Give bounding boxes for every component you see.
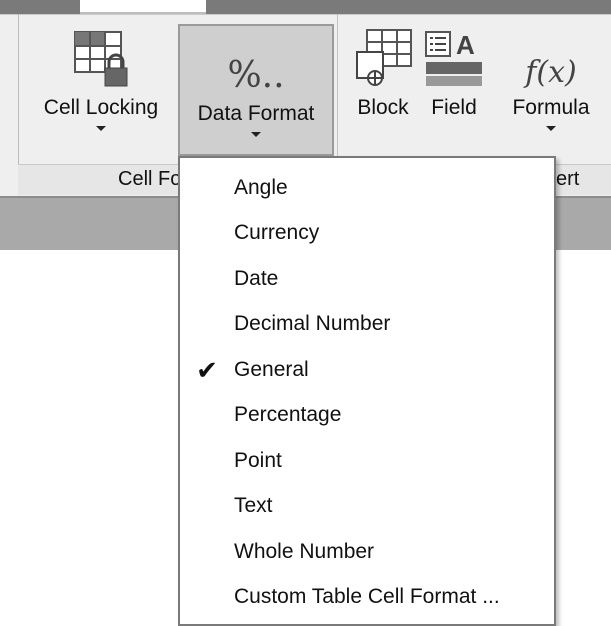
data-format-label: Data Format: [197, 102, 315, 125]
block-table-icon: [356, 29, 412, 86]
chevron-down-icon: [251, 132, 261, 137]
menu-item-currency[interactable]: Currency: [180, 211, 554, 255]
field-button[interactable]: A Field: [418, 28, 490, 154]
chevron-down-icon: [546, 126, 556, 131]
menu-item-general[interactable]: ✔ General: [180, 348, 554, 392]
menu-item-label: Date: [234, 267, 279, 290]
menu-item-text[interactable]: Text: [180, 484, 554, 528]
field-label: Field: [431, 96, 477, 119]
top-bar-left: [0, 0, 80, 14]
menu-item-decimal-number[interactable]: Decimal Number: [180, 302, 554, 346]
menu-item-label: Whole Number: [234, 540, 375, 563]
cell-locking-button[interactable]: Cell Locking: [26, 28, 176, 154]
percent-icon: %..: [227, 55, 285, 96]
menu-item-whole-number[interactable]: Whole Number: [180, 530, 554, 574]
block-label: Block: [357, 96, 409, 119]
formula-label: Formula: [512, 96, 590, 119]
svg-text:A: A: [456, 30, 475, 60]
field-icon: A: [425, 30, 482, 86]
menu-item-label: Angle: [234, 176, 288, 199]
group-separator: [337, 14, 338, 164]
cell-locking-label: Cell Locking: [43, 96, 159, 119]
function-icon: f(x): [525, 55, 577, 90]
menu-item-label: Text: [234, 494, 273, 517]
menu-item-label: Percentage: [234, 403, 342, 426]
data-format-button[interactable]: %.. Data Format: [178, 24, 334, 156]
menu-item-label: Decimal Number: [234, 312, 391, 335]
checkmark-icon: ✔: [196, 354, 218, 385]
group-label-cell-format: Cell Fo: [118, 168, 182, 190]
menu-item-label: General: [234, 358, 309, 381]
group-label-insert: ert: [556, 168, 580, 190]
cell-locking-icon: [74, 31, 128, 87]
formula-button[interactable]: f(x) Formula: [496, 28, 606, 154]
menu-item-label: Currency: [234, 221, 320, 244]
chevron-down-icon: [96, 126, 106, 131]
menu-item-angle[interactable]: Angle: [180, 166, 554, 210]
menu-item-label: Custom Table Cell Format ...: [234, 585, 500, 608]
menu-item-label: Point: [234, 449, 282, 472]
block-button[interactable]: Block: [340, 28, 426, 154]
menu-item-point[interactable]: Point: [180, 439, 554, 483]
menu-item-date[interactable]: Date: [180, 257, 554, 301]
menu-item-custom-table-cell-format[interactable]: Custom Table Cell Format ...: [180, 575, 554, 619]
top-bar-right: [206, 0, 611, 14]
menu-item-percentage[interactable]: Percentage: [180, 393, 554, 437]
data-format-dropdown-menu: Angle Currency Date Decimal Number ✔ Gen…: [178, 156, 556, 626]
